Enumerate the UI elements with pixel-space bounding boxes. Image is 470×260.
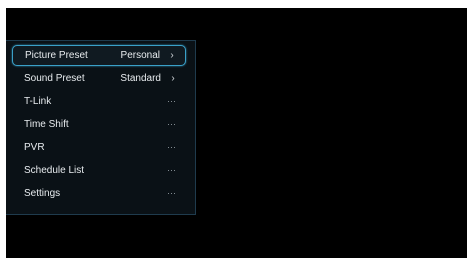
menu-item-picture-preset[interactable]: Picture Preset Personal › <box>12 45 186 66</box>
chevron-right-icon: › <box>170 50 174 61</box>
chevron-right-icon: › <box>171 73 175 84</box>
more-dots-icon: ⋯ <box>167 188 176 198</box>
menu-item-label: Settings <box>24 188 61 199</box>
menu-item-label: Sound Preset <box>24 73 85 84</box>
menu-item-value: Personal <box>120 50 160 61</box>
more-dots-icon: ⋯ <box>167 142 176 152</box>
menu-item-schedule-list[interactable]: Schedule List ⋯ <box>12 160 186 181</box>
menu-item-sound-preset[interactable]: Sound Preset Standard › <box>12 68 186 89</box>
menu-item-settings[interactable]: Settings ⋯ <box>12 183 186 204</box>
menu-item-pvr[interactable]: PVR ⋯ <box>12 137 186 158</box>
menu-item-label: Time Shift <box>24 119 69 130</box>
menu-item-label: PVR <box>24 142 45 153</box>
menu-item-t-link[interactable]: T-Link ⋯ <box>12 91 186 112</box>
menu-item-label: Schedule List <box>24 165 85 176</box>
menu-item-label: T-Link <box>24 96 52 107</box>
menu-item-time-shift[interactable]: Time Shift ⋯ <box>12 114 186 135</box>
more-dots-icon: ⋯ <box>167 119 176 129</box>
tv-screen: Picture Preset Personal › Sound Preset S… <box>6 8 467 258</box>
more-dots-icon: ⋯ <box>167 165 176 175</box>
menu-item-value: Standard <box>120 73 161 84</box>
more-dots-icon: ⋯ <box>167 96 176 106</box>
quick-menu-panel: Picture Preset Personal › Sound Preset S… <box>6 40 196 215</box>
menu-item-label: Picture Preset <box>25 50 88 61</box>
